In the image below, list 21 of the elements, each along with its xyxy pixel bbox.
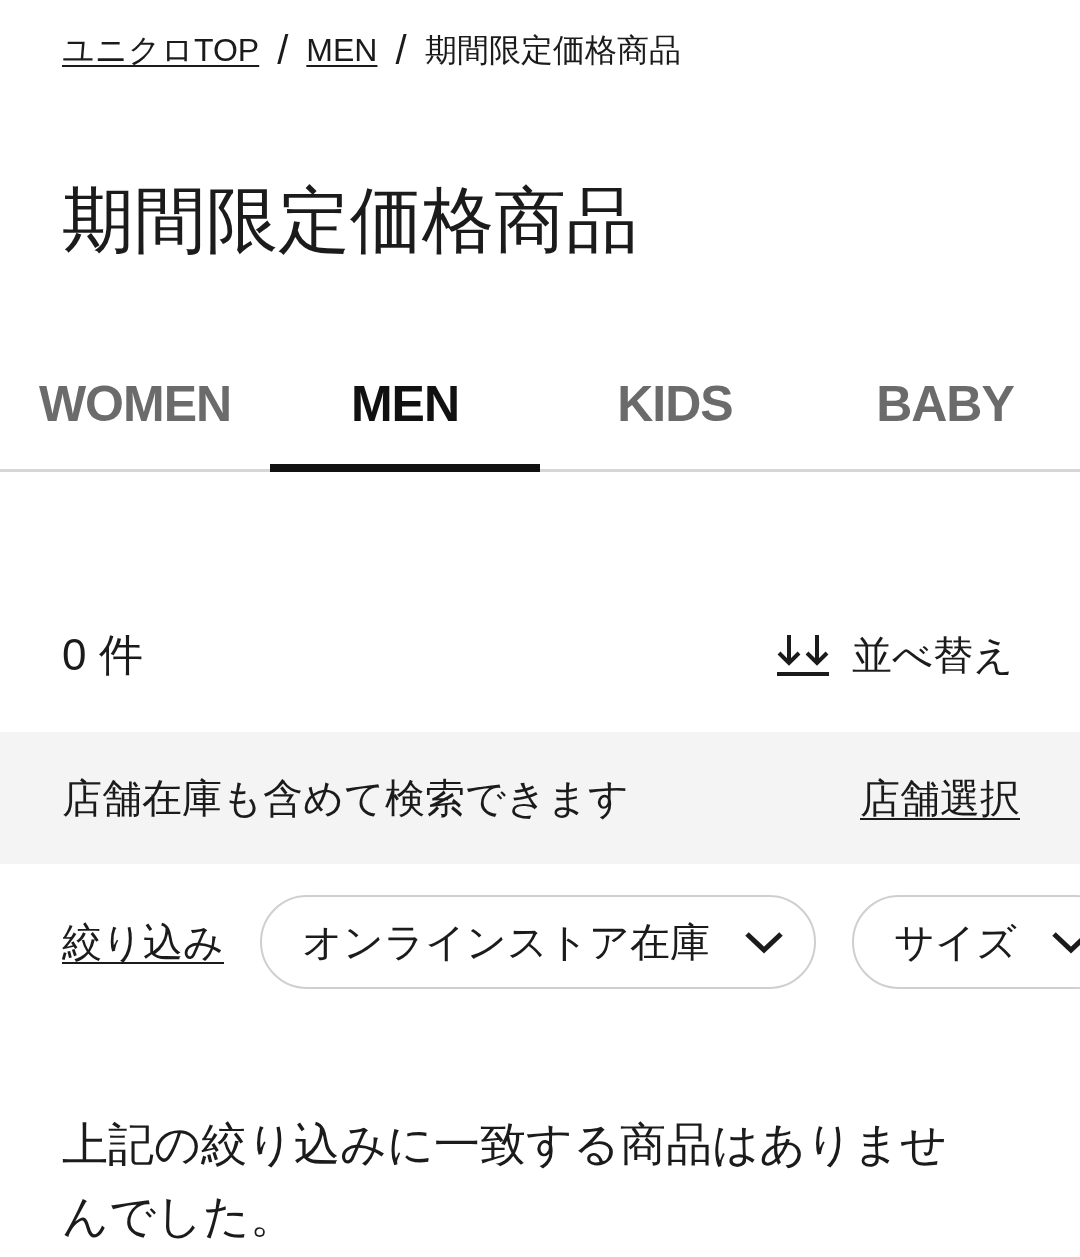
category-tab[interactable]: KIDS bbox=[540, 344, 810, 472]
category-tab[interactable]: MEN bbox=[270, 344, 540, 472]
breadcrumb-current: 期間限定価格商品 bbox=[424, 31, 681, 70]
chevron-down-icon bbox=[744, 930, 784, 954]
store-search-text: 店舗在庫も含めて検索できます bbox=[62, 775, 629, 822]
category-tab[interactable]: WOMEN bbox=[0, 344, 270, 472]
chevron-down-icon bbox=[1051, 930, 1080, 954]
filter-link[interactable]: 絞り込み bbox=[62, 912, 224, 972]
sort-button[interactable]: 並べ替え bbox=[776, 625, 1014, 685]
breadcrumb-link[interactable]: ユニクロTOP bbox=[62, 28, 260, 72]
breadcrumb-link[interactable]: MEN bbox=[306, 28, 378, 72]
sort-icon bbox=[776, 633, 830, 677]
breadcrumb-separator: / bbox=[277, 28, 289, 72]
result-count: 0 件 bbox=[62, 629, 143, 681]
category-tab[interactable]: BABY bbox=[810, 344, 1080, 472]
store-select-link[interactable]: 店舗選択 bbox=[860, 768, 1020, 828]
empty-result-message: 上記の絞り込みに一致する商品はありませんでした。 bbox=[62, 1117, 948, 1244]
breadcrumb-separator: / bbox=[395, 28, 407, 72]
filter-chip[interactable]: オンラインストア在庫 bbox=[260, 895, 816, 989]
page-title: 期間限定価格商品 bbox=[62, 180, 639, 260]
filter-chip[interactable]: サイズ bbox=[852, 895, 1080, 989]
